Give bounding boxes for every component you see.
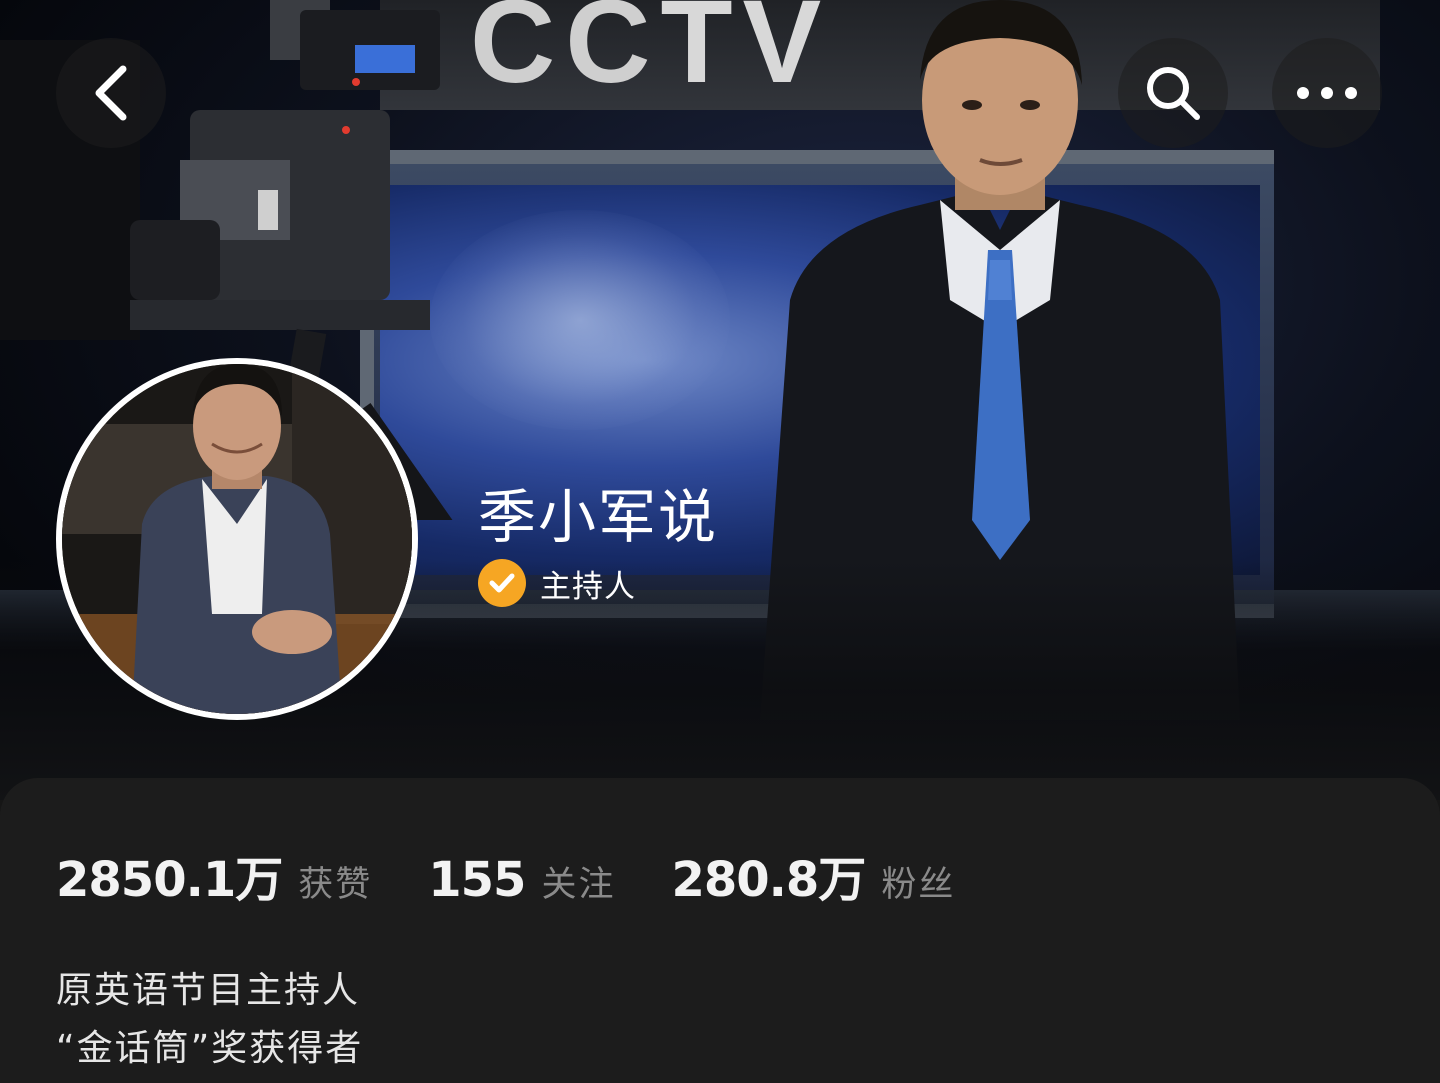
profile-info-card: 2850.1万 获赞 155 关注 280.8万 粉丝 原英语节目主持人 “金话… [0, 778, 1440, 1083]
stat-followers-value: 280.8万 [671, 852, 866, 908]
stats-row: 2850.1万 获赞 155 关注 280.8万 粉丝 [56, 840, 1011, 910]
verification-label: 主持人 [540, 568, 636, 605]
stat-followers[interactable]: 280.8万 粉丝 [671, 840, 955, 910]
bio-line: “金话筒”奖获得者 [56, 1028, 364, 1069]
back-button[interactable] [56, 38, 166, 148]
chevron-left-icon [95, 65, 127, 121]
more-button[interactable] [1272, 38, 1382, 148]
avatar[interactable] [56, 358, 418, 720]
stat-likes-label: 获赞 [298, 865, 373, 905]
bio-line: 原英语节目主持人 [56, 970, 361, 1011]
stat-followers-label: 粉丝 [881, 865, 956, 905]
profile-bio[interactable]: 原英语节目主持人 “金话筒”奖获得者 [56, 962, 363, 1078]
verified-check-icon [478, 559, 526, 607]
stat-following[interactable]: 155 关注 [428, 852, 615, 908]
search-icon [1147, 67, 1200, 120]
stat-likes-value: 2850.1万 [56, 852, 283, 908]
stat-following-value: 155 [428, 852, 526, 908]
stat-likes[interactable]: 2850.1万 获赞 [56, 840, 372, 910]
search-button[interactable] [1118, 38, 1228, 148]
verification-row[interactable]: 主持人 [478, 558, 636, 608]
stat-following-label: 关注 [541, 865, 616, 905]
avatar-photo [62, 364, 412, 714]
more-horizontal-icon [1297, 87, 1357, 99]
profile-name: 季小军说 [478, 483, 719, 551]
